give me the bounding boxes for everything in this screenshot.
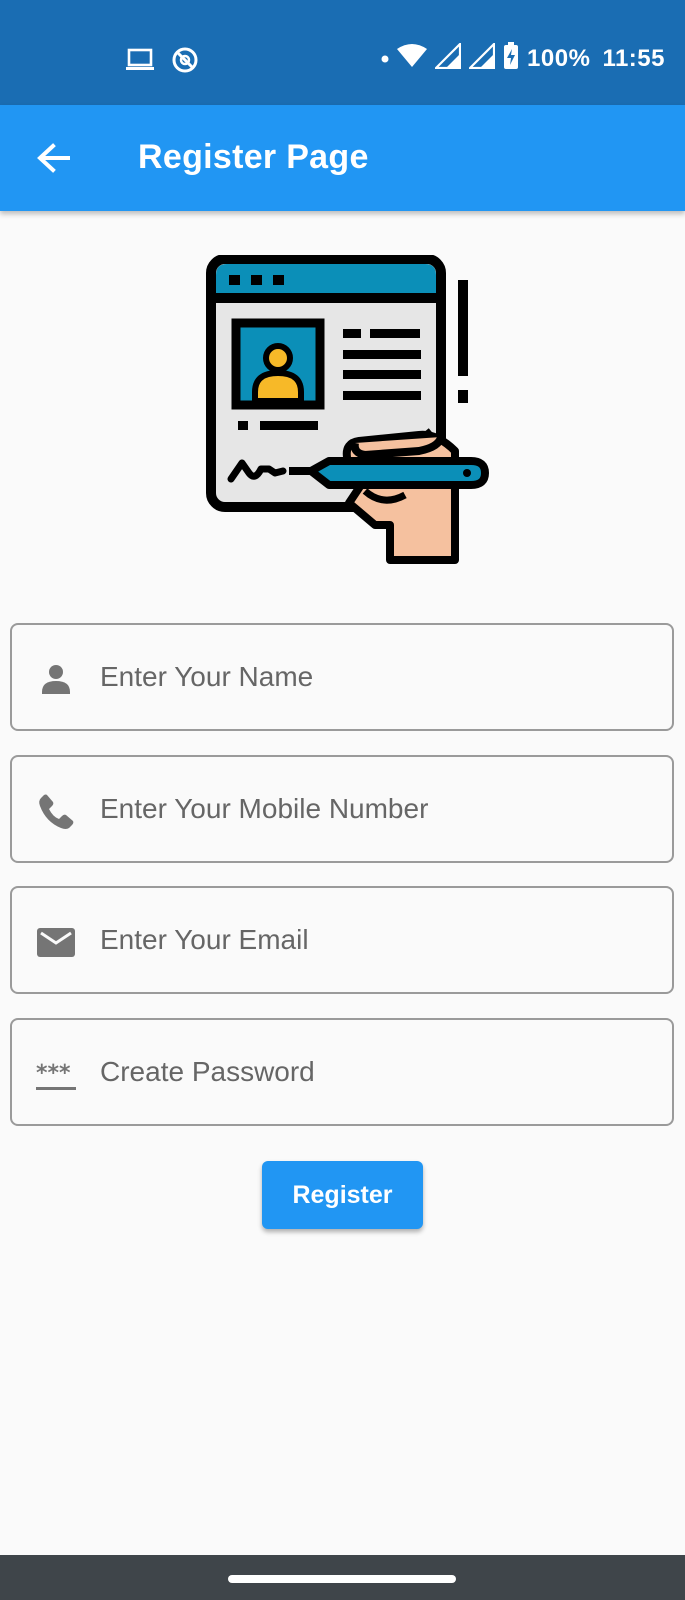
phone-icon [36,791,76,831]
password-input[interactable] [100,1020,640,1124]
status-bar: 100% 11:55 [0,0,685,105]
sync-off-icon [171,46,199,79]
laptop-icon [125,47,155,78]
email-field[interactable] [10,886,674,994]
mobile-input[interactable] [100,757,640,861]
person-icon [36,659,76,699]
page-title: Register Page [138,138,369,176]
mobile-field[interactable] [10,755,674,863]
password-field[interactable]: *** [10,1018,674,1126]
app-bar: Register Page [0,105,685,211]
name-input[interactable] [100,625,640,729]
clock: 11:55 [602,44,665,72]
name-field[interactable] [10,623,674,731]
battery-percent: 100% [527,44,591,72]
status-left-icons [125,46,199,79]
signal-icon [467,41,496,74]
signal-icon [433,41,462,74]
wifi-icon [397,44,428,73]
register-illustration [205,254,505,565]
arrow-back-icon [37,143,70,173]
email-input[interactable] [100,888,640,992]
battery-charging-icon [503,42,519,75]
home-indicator[interactable] [228,1575,456,1583]
back-button[interactable] [34,138,74,178]
email-icon [36,922,76,962]
register-button[interactable]: Register [262,1161,423,1229]
system-nav-bar [0,1555,685,1600]
status-right-icons: 100% 11:55 [381,41,665,75]
dot-icon [381,50,389,68]
svg-text:***: *** [36,1061,71,1086]
password-icon: *** [36,1054,76,1094]
